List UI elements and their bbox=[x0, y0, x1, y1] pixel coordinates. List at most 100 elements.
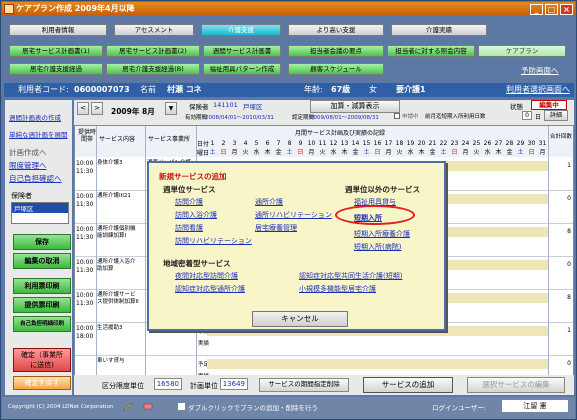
insurer-no: 141101 bbox=[213, 101, 238, 109]
nav-customer-schedule[interactable]: 顧客スケジュール bbox=[288, 63, 384, 75]
service-small-multi[interactable]: 小規模多機能型居宅介護 bbox=[299, 284, 376, 294]
nav-care-support[interactable]: 介護支援 bbox=[201, 24, 281, 36]
prevention-screen-link[interactable]: 予防画面へ bbox=[521, 65, 559, 76]
window-title: ケアプラン作成 2009年4月以降 bbox=[16, 4, 135, 13]
delete-by-period-button[interactable]: サービスの期間指定削除 bbox=[259, 378, 349, 392]
weekday-cell: 月 bbox=[385, 149, 392, 156]
prev-month-days[interactable]: 0 bbox=[522, 111, 532, 120]
applying-checkbox[interactable] bbox=[394, 113, 400, 119]
service-home-rehab[interactable]: 訪問リハビリテーション bbox=[175, 236, 252, 246]
row-service[interactable]: 通所介護III21 bbox=[97, 193, 139, 200]
print-self-pay-button[interactable]: 自己負担明細印刷 bbox=[13, 316, 71, 332]
date-cell: 28 bbox=[505, 140, 514, 147]
service-dementia-day-care[interactable]: 認知症対応型通所介護 bbox=[175, 284, 245, 294]
weekday-cell: 火 bbox=[396, 149, 403, 156]
confirm-send-button[interactable]: 確定（事業所 に送信) bbox=[13, 348, 71, 372]
dblclick-hint: ダブルクリックでプランの追加・削除を行う bbox=[188, 404, 318, 412]
row-service[interactable]: 身体介護3 bbox=[97, 160, 139, 167]
date-cell: 23 bbox=[450, 140, 459, 147]
weekday-cell: 土 bbox=[363, 149, 370, 156]
nav-meeting-summary[interactable]: 担当者会議の要点 bbox=[288, 45, 384, 57]
maximize-button[interactable]: □ bbox=[545, 4, 558, 15]
row-total: 0 bbox=[567, 195, 571, 202]
eraser-icon bbox=[142, 400, 154, 412]
row-start-time: 10:00 bbox=[76, 325, 94, 332]
nav-equipment-pattern[interactable]: 福祉用具パターン作成 bbox=[203, 63, 281, 75]
revert-confirm-button[interactable]: 確定を戻す bbox=[13, 376, 71, 390]
month-dropdown-button[interactable]: ▼ bbox=[165, 102, 177, 115]
insurer-list[interactable]: 戸塚区 bbox=[11, 202, 69, 224]
close-button[interactable]: × bbox=[560, 4, 573, 15]
total-count-label: 合計回数 bbox=[549, 134, 572, 140]
row-service[interactable]: 通所介護入浴介助加算 bbox=[97, 259, 139, 273]
next-month-button[interactable]: > bbox=[91, 102, 103, 115]
simple-weekly-expand-link[interactable]: 単純な週計画を展開 bbox=[9, 129, 68, 139]
row-service[interactable]: 通所介護サービス提供体制加算II bbox=[97, 292, 139, 306]
user-select-link[interactable]: 利用者選択画面へ bbox=[506, 83, 570, 97]
detail-button[interactable]: 詳細 bbox=[544, 110, 568, 121]
weekly-plan-create-link[interactable]: 週間計画表の作成 bbox=[9, 112, 61, 122]
nav-careplan[interactable]: ケアプラン bbox=[478, 45, 566, 57]
row-service[interactable]: 生活援助3 bbox=[97, 325, 139, 332]
prev-month-button[interactable]: < bbox=[77, 102, 89, 115]
add-service-button[interactable]: サービスの追加 bbox=[363, 377, 453, 393]
nav-care-records[interactable]: 介護実績 bbox=[391, 24, 487, 36]
edit-selected-service-button[interactable]: 選択サービスの編集 bbox=[467, 377, 565, 393]
date-cell: 13 bbox=[340, 140, 349, 147]
dblclick-checkbox[interactable] bbox=[178, 403, 185, 410]
nav-inquiry[interactable]: 担当者に対する照会内容 bbox=[387, 45, 475, 57]
weekday-cell: 水 bbox=[484, 149, 491, 156]
minimize-button[interactable]: _ bbox=[530, 4, 543, 15]
service-dementia-group-home[interactable]: 認知症対応型共同生活介護(短期) bbox=[299, 271, 402, 281]
weekday-cell: 日 bbox=[220, 149, 227, 156]
date-cell: 2 bbox=[221, 140, 226, 147]
nav-user-info[interactable]: 利用者情報 bbox=[9, 24, 107, 36]
service-home-nursing[interactable]: 訪問看護 bbox=[175, 223, 203, 233]
current-month: 2009年 8月 bbox=[111, 107, 155, 116]
row-start-time: 10:00 bbox=[76, 259, 94, 266]
date-cell: 21 bbox=[428, 140, 437, 147]
dialog-cancel-button[interactable]: キャンセル bbox=[252, 311, 348, 327]
addon-display-button[interactable]: 加算・減算表示 bbox=[310, 100, 400, 113]
service-home-medical[interactable]: 居宅療養管理 bbox=[255, 223, 297, 233]
nav-support-progress[interactable]: 居宅介護支援経過 bbox=[9, 63, 103, 75]
date-cell: 16 bbox=[373, 140, 382, 147]
service-day-care[interactable]: 通所介護 bbox=[255, 197, 283, 207]
service-night-home-care[interactable]: 夜間対応型訪問介護 bbox=[175, 271, 238, 281]
print-usage-button[interactable]: 利用票印刷 bbox=[13, 278, 71, 294]
insurer-selected[interactable]: 戸塚区 bbox=[12, 203, 68, 213]
valid-period-label: 有効期間 bbox=[185, 115, 208, 121]
user-name: 村瀬 コネ bbox=[167, 85, 202, 94]
left-panel: 週間計画表の作成 単純な週計画を展開 計画作成へ 限度管理へ 自己負担確認へ 保… bbox=[5, 100, 72, 395]
service-short-stay-care[interactable]: 短期入所療養介護 bbox=[354, 229, 410, 239]
weekday-cell: 木 bbox=[495, 149, 502, 156]
nav-plan-2[interactable]: 居宅サービス計画書(2) bbox=[106, 45, 200, 57]
service-day-rehab[interactable]: 通所リハビリテーション bbox=[255, 210, 332, 220]
cancel-edit-button[interactable]: 編集の取消 bbox=[13, 253, 71, 269]
weekday-cell: 金 bbox=[429, 149, 436, 156]
row-plan-cells[interactable] bbox=[207, 359, 548, 369]
row-service[interactable]: 通所介護個別機能訓練加算I bbox=[97, 226, 139, 240]
save-button[interactable]: 保存 bbox=[13, 234, 71, 250]
nonweekly-services-header: 週単位以外のサービス bbox=[345, 185, 420, 194]
date-cell: 9 bbox=[298, 140, 303, 147]
limit-manage-link[interactable]: 限度管理へ bbox=[9, 160, 47, 171]
nav-assessment[interactable]: アセスメント bbox=[114, 24, 194, 36]
row-service[interactable]: 車いす貸与 bbox=[97, 358, 139, 365]
date-cell: 8 bbox=[287, 140, 292, 147]
nav-weekly-plan[interactable]: 週間サービス計画書 bbox=[203, 45, 281, 57]
nav-support-progress-b[interactable]: 居宅介護支援経過(B) bbox=[106, 63, 200, 75]
service-home-care[interactable]: 訪問介護 bbox=[175, 197, 203, 207]
service-home-bath[interactable]: 訪問入浴介護 bbox=[175, 210, 217, 220]
bottom-bar: 区分限度単位 16580 計画単位 13649 サービスの期間指定削除 サービス… bbox=[74, 375, 574, 395]
print-provision-button[interactable]: 提供票印刷 bbox=[13, 297, 71, 313]
confirm-line1: 確定（事業所 bbox=[21, 351, 63, 359]
date-cell: 5 bbox=[254, 140, 259, 147]
date-cell: 22 bbox=[439, 140, 448, 147]
self-pay-check-link[interactable]: 自己負担確認へ bbox=[9, 173, 62, 184]
nav-advanced-support[interactable]: より高い支援 bbox=[288, 24, 384, 36]
service-short-stay-hospital[interactable]: 短期入所(病院) bbox=[354, 242, 401, 252]
weekday-cell: 月 bbox=[231, 149, 238, 156]
nav-plan-1[interactable]: 居宅サービス計画書(1) bbox=[9, 45, 103, 57]
weekday-cell: 日 bbox=[374, 149, 381, 156]
